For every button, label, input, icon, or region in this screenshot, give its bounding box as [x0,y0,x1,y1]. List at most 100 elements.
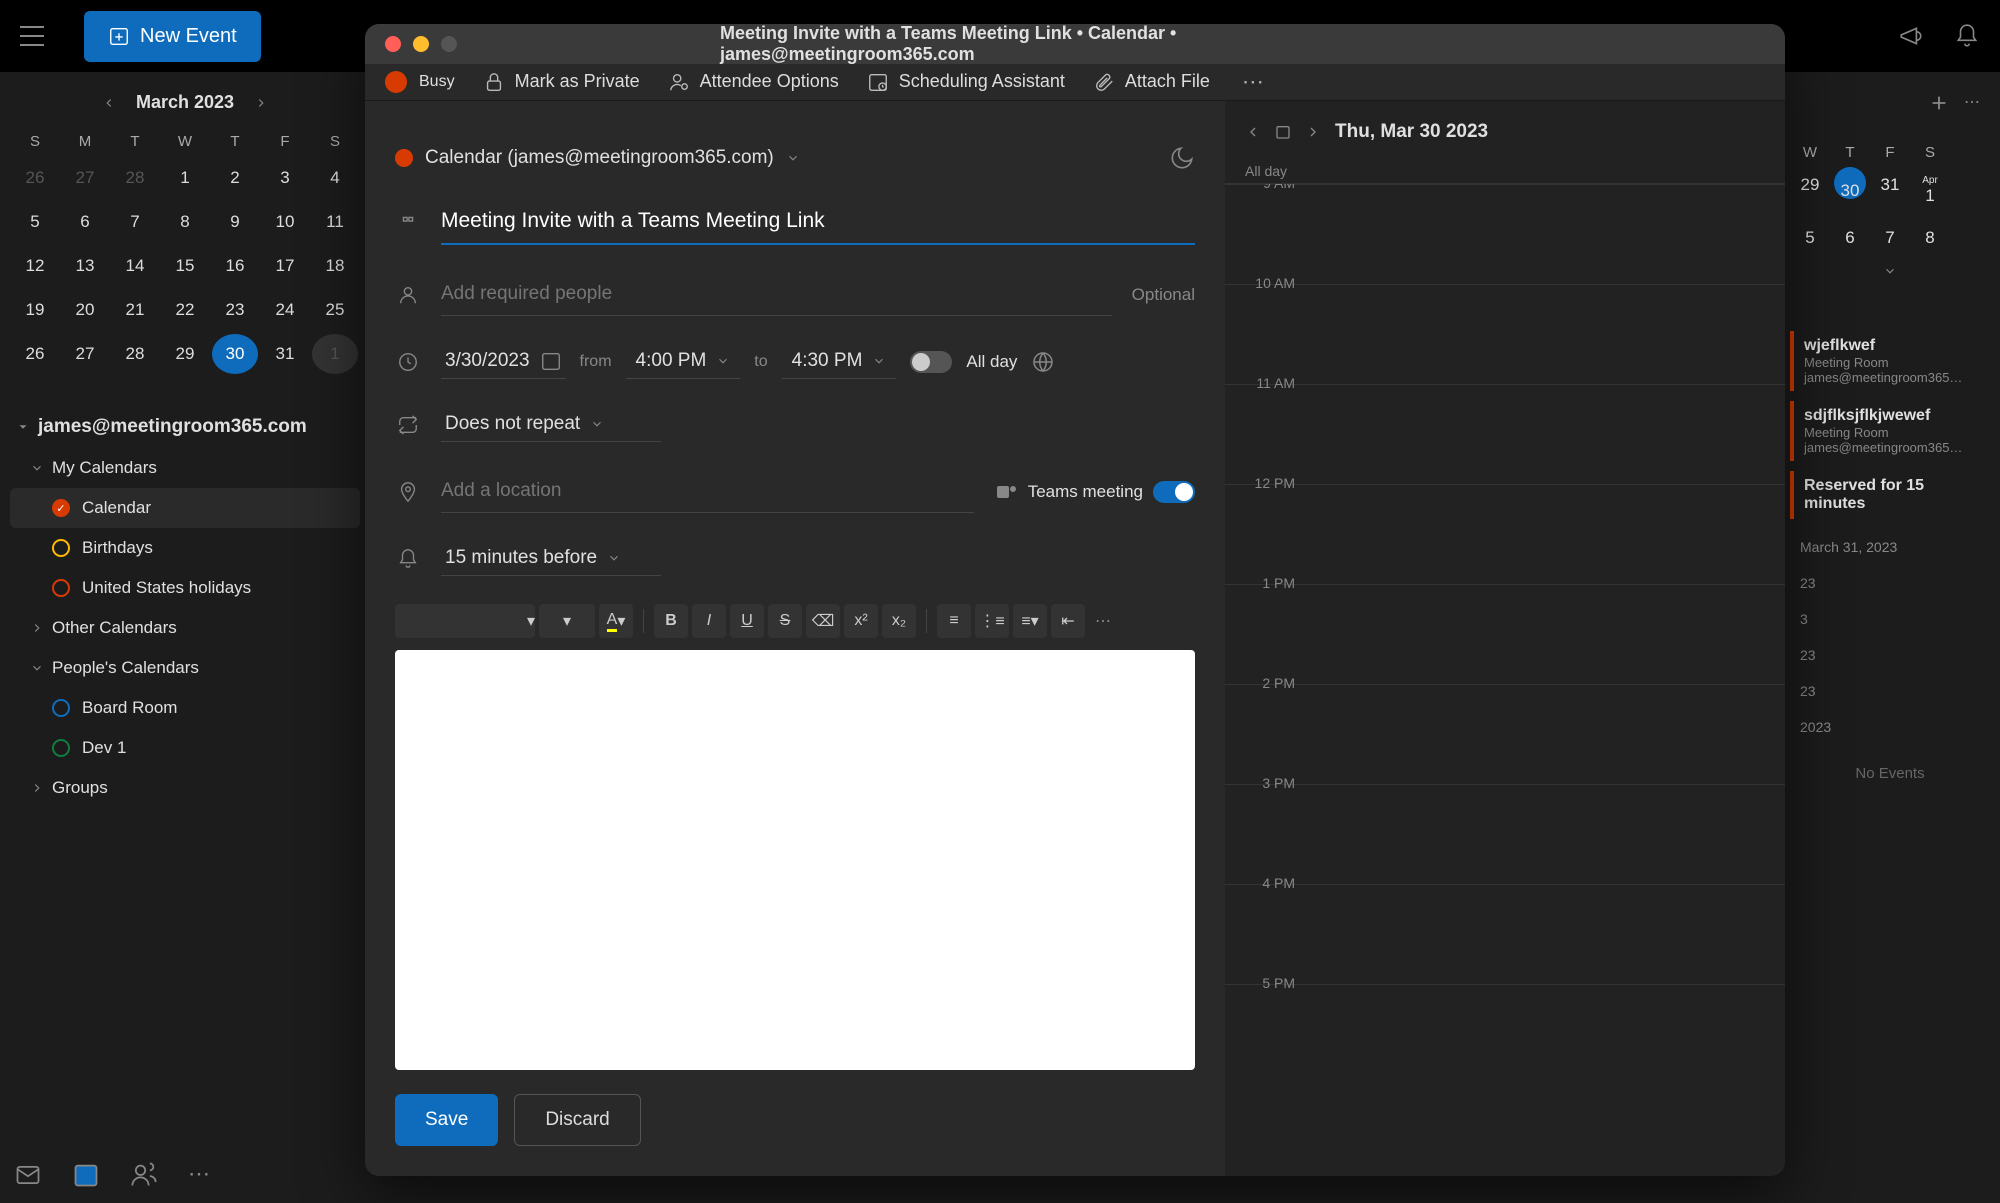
calendar-day[interactable]: 24 [262,290,308,330]
superscript-button[interactable]: x² [844,604,878,638]
subscript-button[interactable]: x₂ [882,604,916,638]
calendar-day[interactable]: 15 [162,246,208,286]
clear-format-button[interactable]: ⌫ [806,604,840,638]
calendar-day[interactable]: 27 [62,334,108,374]
number-list-button[interactable]: ⋮≡ [975,604,1009,638]
font-color-select[interactable]: ▾ [539,604,595,638]
date-input[interactable]: 3/30/2023 [441,344,566,379]
groups-header[interactable]: Groups [10,768,360,808]
agenda-item[interactable]: Reserved for 15 minutes [1790,471,1990,519]
location-input[interactable] [441,470,974,513]
mark-private-button[interactable]: Mark as Private [483,71,640,93]
agenda-item[interactable]: wjeflkwefMeeting Roomjames@meetingroom36… [1790,331,1990,391]
calendar-item[interactable]: Birthdays [10,528,360,568]
calendar-day[interactable]: 14 [112,246,158,286]
highlight-select[interactable]: A▾ [599,604,633,638]
other-calendars-header[interactable]: Other Calendars [10,608,360,648]
account-header[interactable]: james@meetingroom365.com [10,406,360,448]
calendar-day[interactable]: 25 [312,290,358,330]
calendar-day[interactable]: 3 [262,158,308,198]
calendar-day[interactable]: 21 [112,290,158,330]
calendar-item[interactable]: Dev 1 [10,728,360,768]
calendar-day[interactable]: 19 [12,290,58,330]
my-calendars-header[interactable]: My Calendars [10,448,360,488]
reminder-select[interactable]: 15 minutes before [441,541,661,576]
agenda-day[interactable]: 7 [1870,220,1910,256]
teams-meeting-toggle[interactable] [1153,481,1195,503]
calendar-day[interactable]: 7 [112,202,158,242]
calendar-icon[interactable] [72,1161,100,1189]
calendar-day[interactable]: 31 [262,334,308,374]
more-format-icon[interactable]: ⋯ [1095,611,1111,631]
calendar-day[interactable]: 16 [212,246,258,286]
start-time-select[interactable]: 4:00 PM [626,344,741,379]
calendar-day[interactable]: 1 [312,334,358,374]
repeat-select[interactable]: Does not repeat [441,407,661,442]
calendar-day[interactable]: 8 [162,202,208,242]
calendar-day[interactable]: 4 [312,158,358,198]
calendar-day[interactable]: 2 [212,158,258,198]
all-day-toggle[interactable] [910,351,952,373]
calendar-day[interactable]: 30 [212,334,258,374]
body-editor[interactable] [395,650,1195,1070]
calendar-day[interactable]: 23 [212,290,258,330]
status-pill[interactable]: Busy [385,71,455,93]
mini-calendar[interactable]: SMTWTFS 26272812345678910111213141516171… [10,127,360,376]
hamburger-menu[interactable] [20,26,44,46]
calendar-day[interactable]: 27 [62,158,108,198]
calendar-day[interactable]: 26 [12,158,58,198]
agenda-day[interactable]: 29 [1790,167,1830,214]
calendar-day[interactable]: 13 [62,246,108,286]
peoples-calendars-header[interactable]: People's Calendars [10,648,360,688]
calendar-day[interactable]: 20 [62,290,108,330]
calendar-day[interactable]: 5 [12,202,58,242]
calendar-day[interactable]: 6 [62,202,108,242]
calendar-day[interactable]: 10 [262,202,308,242]
attendee-options-button[interactable]: Attendee Options [668,71,839,93]
bullet-list-button[interactable]: ≡ [937,604,971,638]
calendar-day[interactable]: 29 [162,334,208,374]
discard-button[interactable]: Discard [514,1094,640,1146]
window-controls[interactable] [385,36,457,52]
agenda-day[interactable]: 30 [1834,167,1866,199]
add-icon[interactable] [1928,92,1950,114]
calendar-day[interactable]: 26 [12,334,58,374]
calendar-day[interactable]: 11 [312,202,358,242]
underline-button[interactable]: U [730,604,764,638]
next-day-icon[interactable] [1305,124,1321,140]
close-window-icon[interactable] [385,36,401,52]
align-button[interactable]: ≡▾ [1013,604,1047,638]
scheduling-assistant-button[interactable]: Scheduling Assistant [867,71,1065,93]
agenda-day[interactable]: Apr1 [1910,167,1950,214]
agenda-day[interactable]: 8 [1910,220,1950,256]
megaphone-icon[interactable] [1898,23,1924,49]
agenda-day[interactable]: 5 [1790,220,1830,256]
bell-icon[interactable] [1954,23,1980,49]
globe-icon[interactable] [1031,350,1055,374]
calendar-item[interactable]: Board Room [10,688,360,728]
subject-input[interactable] [441,199,1195,245]
next-month-icon[interactable] [254,96,268,110]
agenda-item[interactable]: sdjflksjflkjwewefMeeting Roomjames@meeti… [1790,401,1990,461]
calendar-day[interactable]: 9 [212,202,258,242]
new-event-button[interactable]: New Event [84,11,261,62]
save-button[interactable]: Save [395,1094,498,1146]
outdent-button[interactable]: ⇤ [1051,604,1085,638]
calendar-item[interactable]: Calendar [10,488,360,528]
calendar-day[interactable]: 18 [312,246,358,286]
prev-month-icon[interactable] [102,96,116,110]
people-icon[interactable] [130,1161,158,1189]
more-icon[interactable]: ⋯ [188,1161,210,1189]
font-size-select[interactable]: ▾ [395,604,535,638]
timeline[interactable]: 9 AM10 AM11 AM12 PM1 PM2 PM3 PM4 PM5 PM … [1225,184,1785,1176]
calendar-day[interactable]: 28 [112,334,158,374]
attendees-input[interactable] [441,273,1112,316]
calendar-day[interactable]: 1 [162,158,208,198]
agenda-day[interactable]: 6 [1830,220,1870,256]
minimize-window-icon[interactable] [413,36,429,52]
mail-icon[interactable] [14,1161,42,1189]
calendar-picker-icon[interactable] [1275,124,1291,140]
more-icon[interactable]: ⋯ [1964,92,1980,114]
calendar-select[interactable]: Calendar (james@meetingroom365.com) [395,147,800,169]
calendar-day[interactable]: 17 [262,246,308,286]
